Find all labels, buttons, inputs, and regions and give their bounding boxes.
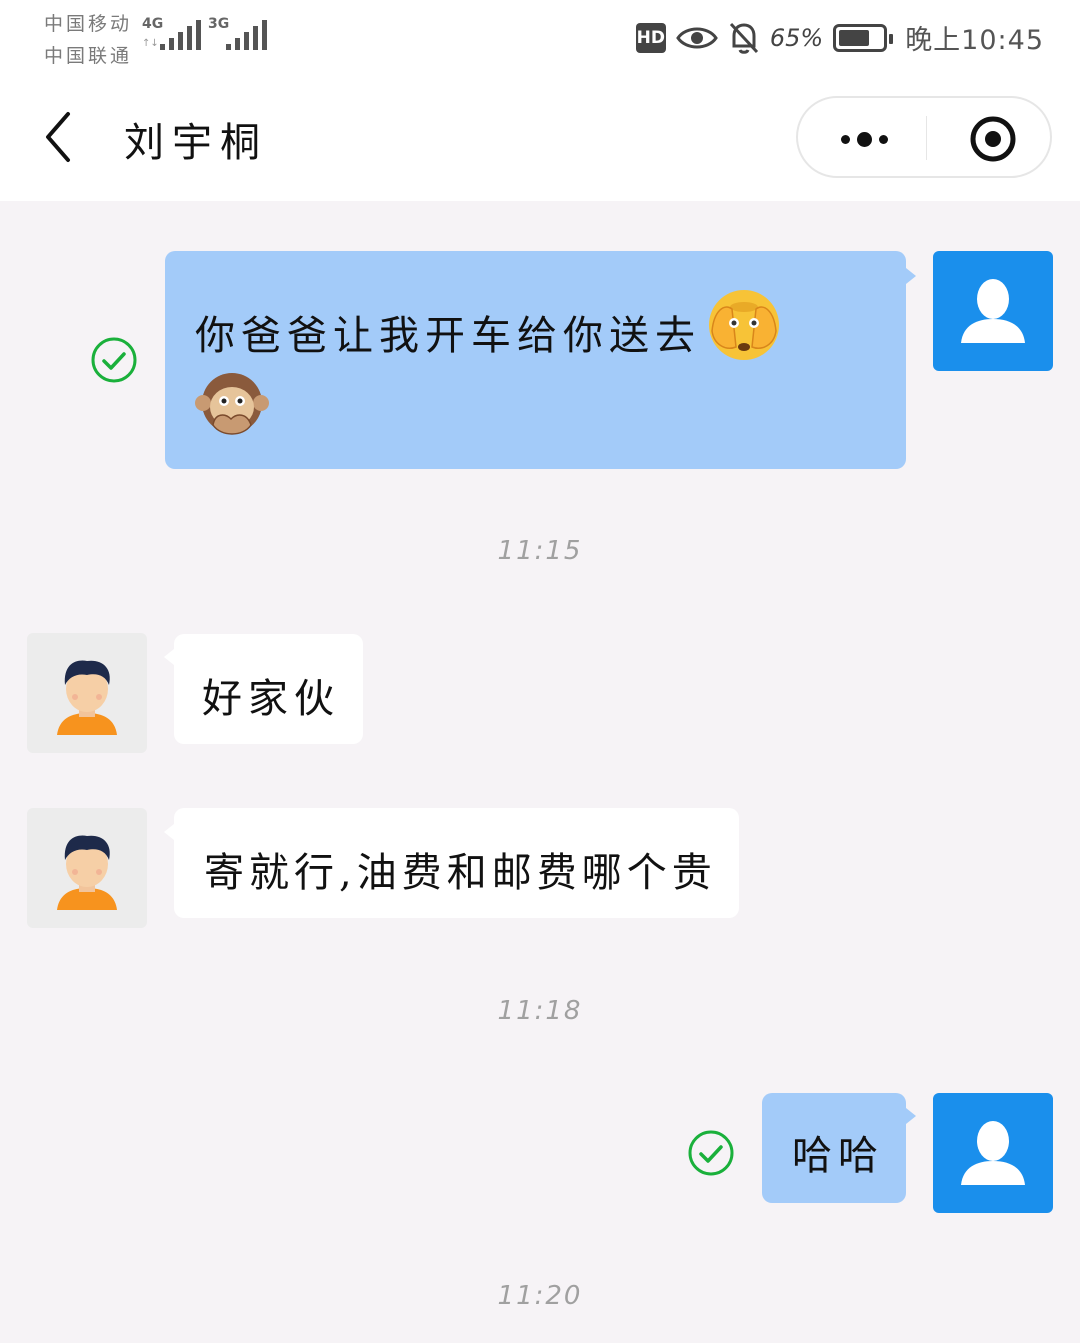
message-text: 好家伙	[202, 676, 340, 722]
message-text: 寄就行,油费和邮费哪个贵	[204, 850, 717, 896]
status-bar: 中国移动 中国联通 4G ↑↓ 3G HD 65% 晚上10:45	[0, 0, 1080, 86]
carrier-1: 中国移动	[44, 13, 133, 35]
bell-muted-icon	[729, 22, 758, 54]
carrier-labels: 中国移动 中国联通	[44, 8, 132, 72]
contact-avatar[interactable]	[27, 633, 147, 753]
check-circle-icon	[688, 1130, 734, 1176]
battery-icon	[833, 23, 894, 52]
mini-program-capsule	[796, 96, 1052, 178]
person-avatar-icon	[57, 835, 117, 910]
message-bubble-received[interactable]: 寄就行,油费和邮费哪个贵	[174, 808, 739, 918]
user-silhouette-icon	[961, 279, 1025, 343]
person-avatar-icon	[57, 660, 117, 735]
chevron-left-icon[interactable]	[40, 110, 80, 164]
status-time: 晚上10:45	[905, 25, 1044, 56]
message-bubble-sent[interactable]: 你爸爸让我开车给你送去	[165, 251, 906, 469]
chat-header: 刘宇桐	[0, 86, 1080, 201]
target-close-icon[interactable]	[968, 114, 1018, 164]
my-avatar[interactable]	[933, 251, 1053, 371]
message-bubble-sent[interactable]: 哈哈	[762, 1093, 906, 1203]
more-dots-icon[interactable]	[832, 98, 896, 180]
status-right: HD 65% 晚上10:45	[635, 18, 1044, 57]
user-silhouette-icon	[961, 1121, 1025, 1185]
message-bubble-received[interactable]: 好家伙	[174, 634, 363, 744]
timestamp: 11:18	[497, 996, 583, 1026]
carrier-2: 中国联通	[44, 45, 133, 67]
speak-no-evil-monkey-emoji	[195, 372, 269, 435]
my-avatar[interactable]	[933, 1093, 1053, 1213]
message-text: 你爸爸让我开车给你送去	[195, 313, 701, 359]
contact-avatar[interactable]	[27, 808, 147, 928]
timestamp: 11:20	[497, 1281, 583, 1311]
eye-icon	[676, 27, 718, 48]
face-covering-eyes-emoji	[709, 289, 780, 360]
hd-icon: HD	[635, 22, 666, 53]
check-circle-icon	[91, 337, 137, 383]
chat-title: 刘宇桐	[124, 120, 268, 166]
message-text: 哈哈	[792, 1133, 884, 1179]
timestamp: 11:15	[497, 536, 583, 566]
battery-percent: 65%	[769, 23, 824, 52]
